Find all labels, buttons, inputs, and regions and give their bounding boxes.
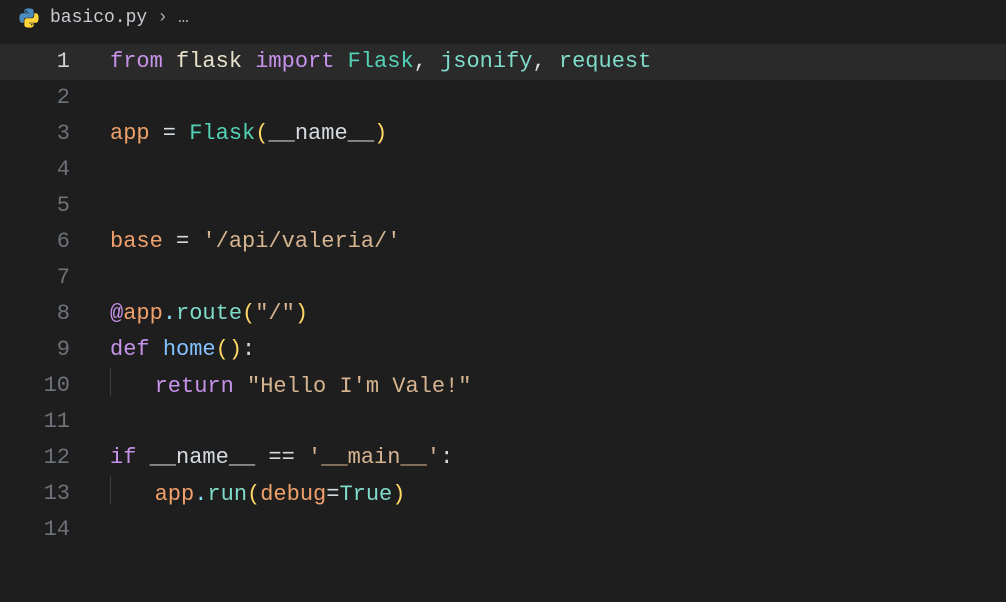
identifier: request [559, 49, 651, 74]
punct: : [242, 337, 255, 362]
line-number: 3 [0, 116, 96, 152]
punct: : [440, 445, 453, 470]
indent-guide [110, 476, 111, 504]
breadcrumb[interactable]: basico.py › … [0, 0, 1006, 36]
paren: ( [247, 482, 260, 507]
breadcrumb-file-name[interactable]: basico.py [50, 8, 147, 28]
code-content[interactable]: from flask import Flask, jsonify, reques… [110, 44, 1006, 548]
code-line[interactable]: base = '/api/valeria/' [110, 224, 1006, 260]
code-editor[interactable]: 1 2 3 4 5 6 7 8 9 10 11 12 13 14 from fl… [0, 36, 1006, 602]
dunder: __name__ [150, 445, 256, 470]
punct: , [414, 49, 440, 74]
python-file-icon [18, 7, 40, 29]
line-number: 10 [0, 368, 96, 404]
line-number: 12 [0, 440, 96, 476]
paren: ) [392, 482, 405, 507]
space [234, 374, 247, 399]
string: "/" [255, 301, 295, 326]
code-line[interactable] [110, 404, 1006, 440]
kwarg: debug [260, 482, 326, 507]
code-line[interactable]: if __name__ == '__main__': [110, 440, 1006, 476]
variable: app [110, 121, 150, 146]
string: '__main__' [308, 445, 440, 470]
code-line[interactable]: return "Hello I'm Vale!" [110, 368, 1006, 404]
operator: = [326, 482, 339, 507]
operator: = [150, 121, 190, 146]
dunder: __name__ [268, 121, 374, 146]
identifier: jsonify [440, 49, 532, 74]
code-line[interactable]: from flask import Flask, jsonify, reques… [110, 44, 1006, 80]
line-number: 13 [0, 476, 96, 512]
punct: , [533, 49, 559, 74]
keyword: import [255, 49, 334, 74]
code-line[interactable] [110, 188, 1006, 224]
line-number: 8 [0, 296, 96, 332]
line-number: 4 [0, 152, 96, 188]
code-line[interactable] [110, 512, 1006, 548]
function-name: home [163, 337, 216, 362]
line-number: 2 [0, 80, 96, 116]
line-number: 1 [0, 44, 96, 80]
variable: app [123, 301, 163, 326]
code-line[interactable]: app.run(debug=True) [110, 476, 1006, 512]
keyword: def [110, 337, 150, 362]
line-number: 11 [0, 404, 96, 440]
keyword: if [110, 445, 136, 470]
paren: ( [255, 121, 268, 146]
breadcrumb-more[interactable]: … [178, 8, 190, 28]
variable: app [155, 482, 195, 507]
space [136, 445, 149, 470]
punct: . [163, 301, 176, 326]
code-line[interactable] [110, 260, 1006, 296]
line-number: 5 [0, 188, 96, 224]
operator: = [163, 229, 203, 254]
keyword: from [110, 49, 163, 74]
operator: == [255, 445, 308, 470]
paren: ( [216, 337, 229, 362]
punct: . [194, 482, 207, 507]
paren: ) [295, 301, 308, 326]
line-number: 14 [0, 512, 96, 548]
function: route [176, 301, 242, 326]
variable: base [110, 229, 163, 254]
string: "Hello I'm Vale!" [247, 374, 471, 399]
class: Flask [189, 121, 255, 146]
paren: ) [229, 337, 242, 362]
line-number-gutter: 1 2 3 4 5 6 7 8 9 10 11 12 13 14 [0, 44, 96, 548]
line-number: 6 [0, 224, 96, 260]
paren: ) [374, 121, 387, 146]
chevron-right-icon: › [157, 8, 168, 28]
function: run [207, 482, 247, 507]
indent-guide [110, 368, 111, 396]
boolean: True [339, 482, 392, 507]
string: '/api/valeria/' [202, 229, 400, 254]
space [150, 337, 163, 362]
paren: ( [242, 301, 255, 326]
line-number: 9 [0, 332, 96, 368]
module: flask [176, 49, 242, 74]
code-line[interactable]: @app.route("/") [110, 296, 1006, 332]
code-line[interactable] [110, 152, 1006, 188]
code-line[interactable]: app = Flask(__name__) [110, 116, 1006, 152]
identifier: Flask [348, 49, 414, 74]
keyword: return [155, 374, 234, 399]
code-line[interactable] [110, 80, 1006, 116]
line-number: 7 [0, 260, 96, 296]
code-line[interactable]: def home(): [110, 332, 1006, 368]
decorator: @ [110, 301, 123, 326]
